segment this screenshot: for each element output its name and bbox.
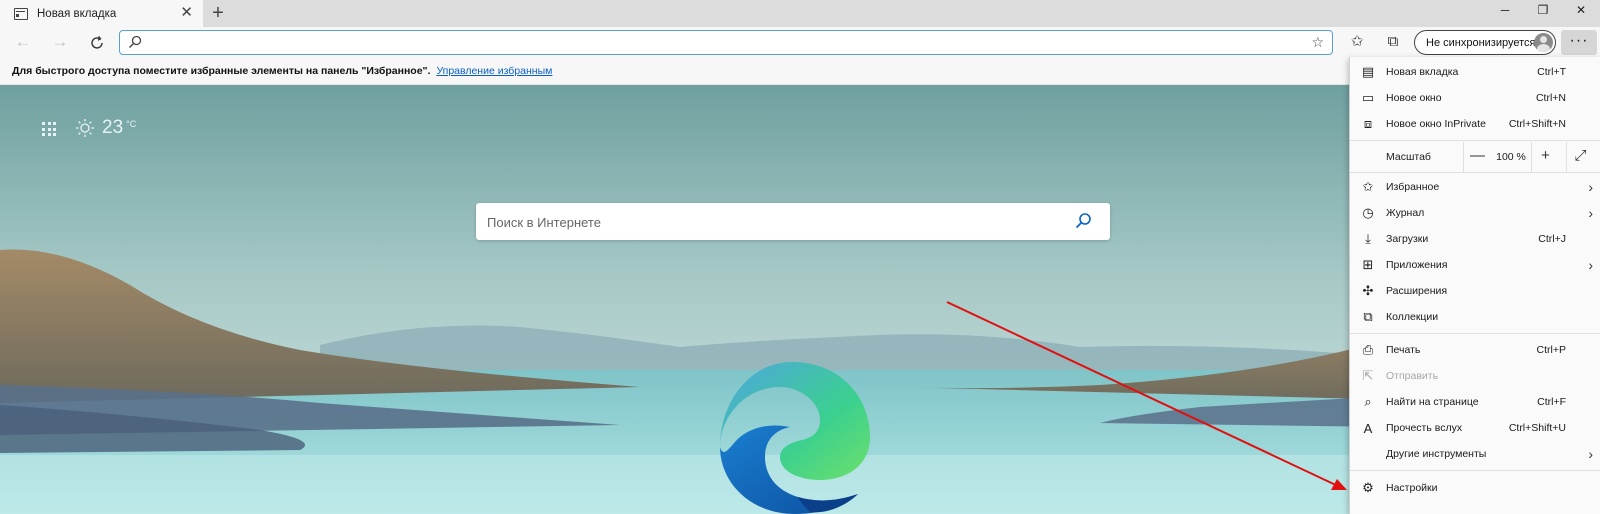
close-window-button[interactable]: ✕ [1563,0,1599,22]
history-icon: ◷ [1362,205,1374,220]
back-button[interactable]: ← [10,31,36,55]
chevron-right-icon: › [1588,179,1593,195]
refresh-button[interactable] [84,31,110,55]
menu-item-extensions[interactable]: ✣ Расширения [1350,278,1600,304]
new-tab-page-icon [14,7,28,20]
zoom-control: Масштаб — 100 % + ⤢ [1350,142,1600,172]
zoom-value: 100 % [1496,151,1526,163]
extensions-icon: ✣ [1362,283,1374,298]
print-icon: ⎙ [1362,342,1374,357]
toolbar: ← → ☆ ✩ ⧉ Не синхронизируется ··· [0,27,1600,57]
menu-item-settings[interactable]: ⚙ Настройки [1350,475,1600,501]
profile-label: Не синхронизируется [1426,36,1536,49]
more-tools-icon [1360,446,1376,462]
menu-item-new-window[interactable]: ▭ Новое окно Ctrl+N [1350,85,1600,111]
forward-button[interactable]: → [47,31,73,55]
downloads-icon: ⤓ [1365,231,1371,246]
menu-item-downloads[interactable]: ⤓ Загрузки Ctrl+J [1350,226,1600,252]
web-search-input[interactable] [487,212,1047,232]
menu-separator [1350,140,1600,141]
find-icon: ⌕ [1364,394,1372,409]
settings-icon: ⚙ [1362,480,1374,495]
chevron-right-icon: › [1588,205,1593,221]
favorites-bar-message: Для быстрого доступа поместите избранные… [12,64,431,77]
menu-item-favorites[interactable]: ✩ Избранное › [1350,174,1600,200]
sun-icon [76,119,94,137]
refresh-icon [91,36,103,49]
menu-separator [1350,333,1600,334]
zoom-in-button[interactable]: + [1531,142,1559,172]
tab-close-icon[interactable]: ✕ [180,5,193,21]
share-icon: ⇱ [1362,368,1374,383]
manage-favorites-link[interactable]: Управление избранным [436,65,552,77]
menu-item-find-on-page[interactable]: ⌕ Найти на странице Ctrl+F [1350,389,1600,415]
weather-temperature: 23 [102,117,124,138]
address-input[interactable] [150,33,1290,51]
minimize-button[interactable]: ─ [1487,0,1523,22]
weather-unit: °C [126,119,137,129]
search-icon [129,35,142,48]
menu-item-more-tools[interactable]: Другие инструменты › [1350,441,1600,467]
new-window-icon: ▭ [1361,90,1375,105]
add-favorite-icon[interactable]: ☆ [1311,34,1324,51]
tab-strip: Новая вкладка ✕ + ─ ❐ ✕ [0,0,1600,27]
address-bar[interactable]: ☆ [119,30,1333,55]
menu-item-apps[interactable]: ⊞ Приложения › [1350,252,1600,278]
inprivate-icon: ⧈ [1363,116,1373,131]
menu-item-history[interactable]: ◷ Журнал › [1350,200,1600,226]
restore-button[interactable]: ❐ [1525,0,1561,22]
new-tab-button[interactable]: + [206,2,230,24]
search-icon[interactable] [1074,212,1092,230]
apps-launcher-icon[interactable] [42,122,56,136]
settings-and-more-button[interactable]: ··· [1561,30,1597,55]
menu-item-new-tab[interactable]: ▤ Новая вкладка Ctrl+T [1350,59,1600,85]
collections-icon: ⧉ [1363,309,1373,324]
zoom-out-button[interactable]: — [1463,142,1491,172]
menu-item-read-aloud[interactable]: A Прочесть вслух Ctrl+Shift+U [1350,415,1600,441]
zoom-label: Масштаб [1386,151,1431,163]
collections-icon[interactable]: ⧉ [1382,32,1404,52]
avatar [1534,33,1553,52]
menu-separator [1350,172,1600,173]
web-search-box[interactable] [476,203,1110,240]
menu-item-new-inprivate-window[interactable]: ⧈ Новое окно InPrivate Ctrl+Shift+N [1350,111,1600,137]
settings-and-more-menu: ▤ Новая вкладка Ctrl+T ▭ Новое окно Ctrl… [1349,57,1600,514]
menu-item-print[interactable]: ⎙ Печать Ctrl+P [1350,337,1600,363]
weather-widget[interactable]: 23 °C [75,117,136,139]
favorites-icon: ✩ [1362,179,1374,194]
read-aloud-icon: A [1363,420,1373,436]
profile-button[interactable]: Не синхронизируется [1414,30,1556,55]
new-tab-icon: ▤ [1361,64,1375,79]
chevron-right-icon: › [1588,257,1593,273]
favorites-icon[interactable]: ✩ [1346,32,1368,52]
tab-title: Новая вкладка [37,7,117,20]
tab-new-tab[interactable]: Новая вкладка ✕ [0,0,203,27]
chevron-right-icon: › [1588,446,1593,462]
fullscreen-button[interactable]: ⤢ [1566,142,1594,172]
menu-separator [1350,470,1600,471]
apps-icon: ⊞ [1362,257,1374,272]
menu-item-share: ⇱ Отправить [1350,363,1600,389]
menu-item-collections[interactable]: ⧉ Коллекции [1350,304,1600,330]
